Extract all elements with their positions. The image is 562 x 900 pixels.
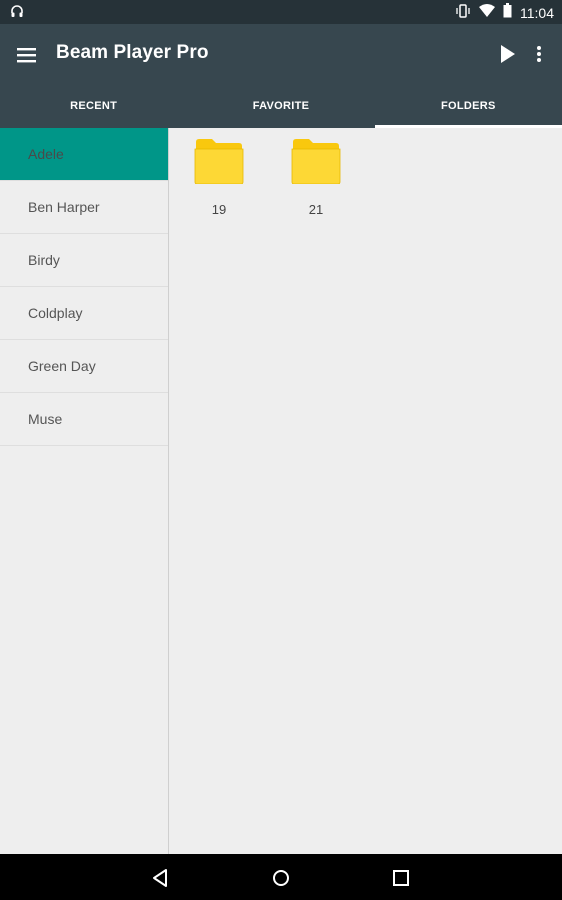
artist-list: Adele Ben Harper Birdy Coldplay Green Da… [0, 128, 169, 854]
tab-label: FAVORITE [252, 100, 310, 112]
tab-favorite[interactable]: FAVORITE [187, 92, 374, 128]
vibrate-icon [455, 3, 471, 23]
artist-item-green-day[interactable]: Green Day [0, 340, 168, 393]
folder-label: 19 [211, 202, 227, 217]
app-title: Beam Player Pro [56, 42, 209, 63]
app-bar: Beam Player Pro RECENT FAVORITE FOLDERS [0, 24, 562, 128]
wifi-icon [479, 4, 495, 22]
artist-item-adele[interactable]: Adele [0, 128, 168, 181]
recents-icon[interactable] [390, 867, 412, 889]
status-bar: 11:04 [0, 0, 562, 24]
folder-grid: 19 21 [169, 128, 562, 854]
artist-item-coldplay[interactable]: Coldplay [0, 287, 168, 340]
folder-item[interactable]: 21 [286, 138, 346, 217]
folder-item[interactable]: 19 [189, 138, 249, 217]
battery-icon [503, 3, 512, 23]
home-icon[interactable] [270, 867, 292, 889]
tab-bar: RECENT FAVORITE FOLDERS [0, 92, 562, 128]
status-time: 11:04 [520, 5, 554, 21]
headphones-icon [10, 5, 24, 22]
play-icon[interactable] [498, 43, 518, 65]
folder-icon [286, 138, 346, 184]
artist-label: Coldplay [28, 305, 83, 321]
folder-label: 21 [308, 202, 324, 217]
tab-recent[interactable]: RECENT [0, 92, 187, 128]
artist-label: Adele [28, 146, 64, 162]
artist-item-ben-harper[interactable]: Ben Harper [0, 181, 168, 234]
artist-item-birdy[interactable]: Birdy [0, 234, 168, 287]
tab-label: FOLDERS [440, 100, 496, 112]
tab-folders[interactable]: FOLDERS [374, 92, 562, 128]
artist-item-muse[interactable]: Muse [0, 393, 168, 446]
menu-icon[interactable] [16, 44, 38, 66]
artist-label: Muse [28, 411, 63, 427]
artist-label: Ben Harper [28, 199, 100, 215]
tab-label: RECENT [70, 100, 118, 112]
folder-icon [189, 138, 249, 184]
more-vert-icon[interactable] [534, 43, 544, 65]
artist-label: Birdy [28, 252, 60, 268]
artist-label: Green Day [28, 358, 96, 374]
back-icon[interactable] [150, 867, 172, 889]
navigation-bar [0, 854, 562, 900]
